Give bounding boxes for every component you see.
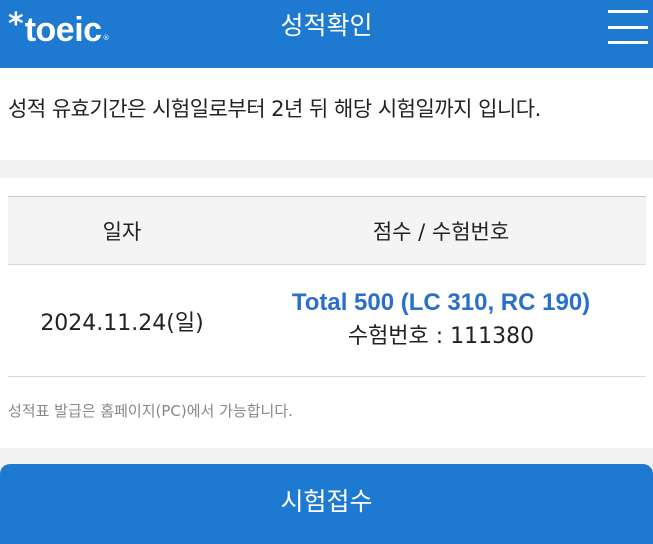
exam-number: 수험번호 : 111380	[347, 323, 535, 349]
exam-apply-button[interactable]: 시험접수	[0, 464, 653, 544]
score-cell: Total 500 (LC 310, RC 190) 수험번호 : 111380	[236, 287, 646, 355]
page-title: 성적확인	[280, 11, 373, 40]
menu-icon-bar	[608, 25, 648, 29]
table-header: 일자 점수 / 수험번호	[8, 197, 646, 265]
score-card: 일자 점수 / 수험번호 2024.11.24(일) Total 500 (LC…	[0, 178, 653, 448]
total-score: Total 500 (LC 310, RC 190)	[291, 288, 591, 316]
menu-icon-bar	[608, 10, 648, 13]
certificate-footnote: 성적표 발급은 홈페이지(PC)에서 가능합니다.	[8, 402, 293, 420]
validity-notice-text: 성적 유효기간은 시험일로부터 2년 뒤 해당 시험일까지 입니다.	[8, 97, 541, 121]
header-date: 일자	[102, 219, 142, 244]
table-row: 2024.11.24(일) Total 500 (LC 310, RC 190)…	[8, 265, 646, 377]
app-header: * toeic ® 성적확인	[0, 0, 653, 68]
menu-icon-bar	[608, 41, 648, 44]
score-table: 일자 점수 / 수험번호 2024.11.24(일) Total 500 (LC…	[8, 196, 646, 377]
exam-date: 2024.11.24(일)	[40, 310, 204, 336]
header-score: 점수 / 수험번호	[372, 219, 510, 244]
hamburger-menu-icon[interactable]	[608, 10, 648, 44]
validity-notice: 성적 유효기간은 시험일로부터 2년 뒤 해당 시험일까지 입니다.	[0, 68, 653, 160]
